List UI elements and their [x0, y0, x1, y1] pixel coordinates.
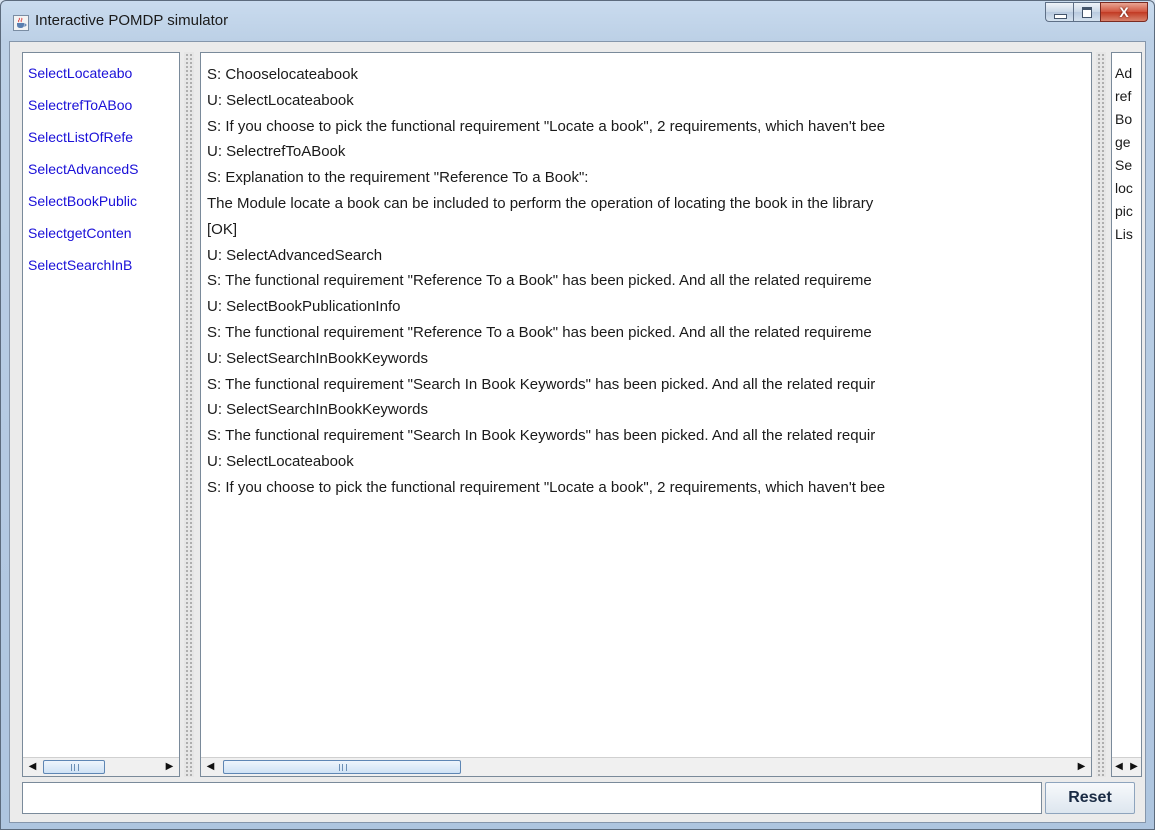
log-line: U: SelectAdvancedSearch	[207, 246, 383, 264]
side-list-item: Bo	[1115, 111, 1133, 127]
arrow-right-icon[interactable]: ▶	[1127, 759, 1141, 775]
client-area: SelectLocateabo SelectrefToABoo SelectLi…	[9, 41, 1146, 823]
log-line: U: SelectrefToABook	[207, 143, 346, 161]
log-line: U: SelectSearchInBookKeywords	[207, 349, 428, 367]
side-list-pane[interactable]: Ad ref Bo ge Se loc pic Lis ◀ ▶	[1111, 52, 1142, 777]
arrow-right-icon[interactable]: ▶	[1073, 759, 1090, 775]
side-list-item: Ad	[1115, 65, 1133, 81]
arrow-right-icon[interactable]: ▶	[161, 759, 178, 775]
window-title: Interactive POMDP simulator	[35, 12, 229, 29]
user-input-field[interactable]	[22, 782, 1042, 814]
log-line: S: Explanation to the requirement "Refer…	[207, 169, 589, 187]
log-line: S: The functional requirement "Reference…	[207, 272, 872, 290]
scroll-thumb[interactable]	[43, 760, 105, 774]
java-cup-icon[interactable]	[13, 15, 29, 31]
log-line: U: SelectLocateabook	[207, 452, 354, 470]
log-line: The Module locate a book can be included…	[207, 194, 874, 212]
arrow-left-icon[interactable]: ◀	[202, 759, 219, 775]
side-list-item: Se	[1115, 157, 1133, 173]
mid-horizontal-scrollbar[interactable]: ◀ ▶	[201, 757, 1091, 776]
side-list-item: pic	[1115, 203, 1133, 219]
side-list: Ad ref Bo ge Se loc pic Lis	[1115, 62, 1133, 246]
side-list-item: ref	[1115, 88, 1132, 104]
log-line: S: The functional requirement "Search In…	[207, 427, 876, 445]
log-line: S: If you choose to pick the functional …	[207, 478, 886, 496]
log-line: U: SelectBookPublicationInfo	[207, 298, 401, 316]
log-line: [OK]	[207, 220, 238, 238]
log-line: U: SelectLocateabook	[207, 91, 354, 109]
scroll-thumb[interactable]	[223, 760, 461, 774]
log-line: S: The functional requirement "Search In…	[207, 375, 876, 393]
arrow-left-icon[interactable]: ◀	[24, 759, 41, 775]
split-divider-right[interactable]	[1096, 52, 1106, 777]
actions-list-pane[interactable]: SelectLocateabo SelectrefToABoo SelectLi…	[22, 52, 180, 777]
caption-buttons: X	[1045, 2, 1148, 22]
arrow-left-icon[interactable]: ◀	[1112, 759, 1126, 775]
maximize-button[interactable]	[1073, 2, 1100, 22]
dialog-log: S: Chooselocateabook U: SelectLocateaboo…	[207, 62, 885, 501]
action-link[interactable]: SelectAdvancedS	[28, 153, 139, 185]
log-line: U: SelectSearchInBookKeywords	[207, 401, 428, 419]
close-button[interactable]: X	[1100, 2, 1148, 22]
reset-button[interactable]: Reset	[1045, 782, 1135, 814]
action-link[interactable]: SelectBookPublic	[28, 185, 139, 217]
app-window: Interactive POMDP simulator X SelectLoca…	[0, 0, 1155, 830]
action-link[interactable]: SelectLocateabo	[28, 57, 139, 89]
left-horizontal-scrollbar[interactable]: ◀ ▶	[23, 757, 179, 776]
dialog-log-pane[interactable]: S: Chooselocateabook U: SelectLocateaboo…	[200, 52, 1092, 777]
action-link[interactable]: SelectSearchInB	[28, 249, 139, 281]
title-bar[interactable]: Interactive POMDP simulator X	[1, 1, 1154, 41]
log-line: S: Chooselocateabook	[207, 66, 358, 83]
right-horizontal-scrollbar[interactable]: ◀ ▶	[1112, 757, 1141, 776]
action-link[interactable]: SelectrefToABoo	[28, 89, 139, 121]
action-link[interactable]: SelectgetConten	[28, 217, 139, 249]
close-icon: X	[1119, 4, 1129, 20]
side-list-item: loc	[1115, 180, 1133, 196]
minimize-button[interactable]	[1045, 2, 1073, 22]
log-line: S: If you choose to pick the functional …	[207, 117, 886, 135]
split-divider-left[interactable]	[184, 52, 194, 777]
side-list-item: Lis	[1115, 226, 1133, 242]
actions-list: SelectLocateabo SelectrefToABoo SelectLi…	[28, 57, 139, 281]
log-line: S: The functional requirement "Reference…	[207, 323, 872, 341]
action-link[interactable]: SelectListOfRefe	[28, 121, 139, 153]
side-list-item: ge	[1115, 134, 1131, 150]
